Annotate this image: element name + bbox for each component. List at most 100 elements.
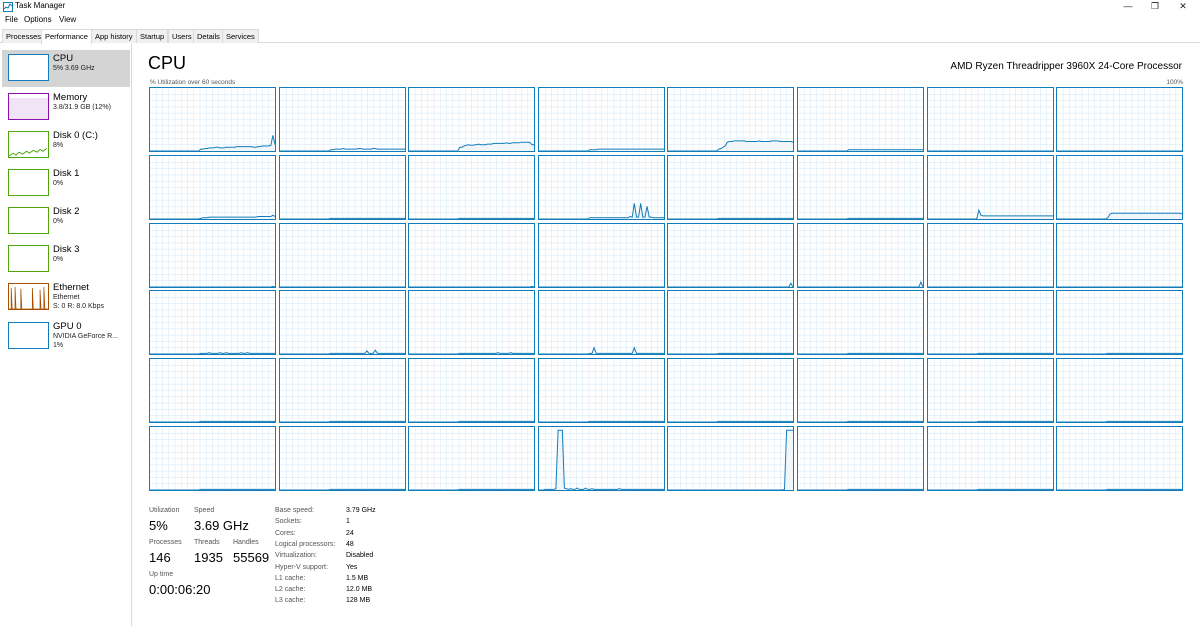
sidebar-thumbnail [8,245,49,272]
spec-key: Logical processors: [275,540,336,548]
tab-performance[interactable]: Performance [41,29,92,44]
spec-value: 48 [346,540,354,548]
cpu-core-graph-svg [798,156,923,219]
cpu-core-graph-svg [798,88,923,151]
cpu-core-graph [797,223,924,288]
cpu-core-graph [538,426,665,491]
threads-value: 1935 [194,550,223,565]
minimize-button[interactable]: — [1113,0,1143,14]
cpu-core-graph [149,155,276,220]
sidebar-item-memory[interactable]: Memory 3.8/31.9 GB (12%) [2,89,130,126]
cpu-core-graph-svg [798,224,923,287]
sidebar-item-disk-2[interactable]: Disk 2 0% [2,203,130,240]
sidebar-item-ethernet[interactable]: Ethernet Ethernet S: 0 R: 8.0 Kbps [2,279,130,316]
task-manager-icon [3,2,13,12]
sidebar-item-name: Ethernet [53,282,89,293]
spec-value: 1.5 MB [346,574,369,582]
cpu-core-graph [279,358,406,423]
restore-button[interactable]: ❐ [1140,0,1170,14]
cpu-core-graph [149,87,276,152]
cpu-core-graph-svg [280,359,405,422]
spec-value: Disabled [346,552,374,560]
cpu-core-graph-svg [409,291,534,354]
cpu-core-graph-svg [928,359,1053,422]
cpu-core-graph-svg [928,427,1053,490]
cpu-core-graph-svg [798,359,923,422]
cpu-core-graph-svg [150,291,275,354]
cpu-core-graph [408,87,535,152]
speed-label: Speed [194,507,215,514]
spec-value: 12.0 MB [346,586,373,594]
spec-value: 24 [346,529,354,537]
menu-options[interactable]: Options [24,15,52,24]
tab-startup[interactable]: Startup [136,29,169,43]
cpu-core-graph-svg [1057,291,1182,354]
processes-label: Processes [149,539,182,546]
sidebar-item-disk-3[interactable]: Disk 3 0% [2,241,130,278]
cpu-core-graph [279,426,406,491]
cpu-core-graph-svg [1057,156,1182,219]
sidebar-item-detail: NVIDIA GeForce R... [53,333,118,340]
tab-users[interactable]: Users [168,29,196,43]
cpu-core-graph [279,155,406,220]
sidebar-thumbnail [8,322,49,349]
cpu-core-graph-svg [668,224,793,287]
sidebar-thumbnail [8,93,49,120]
cpu-core-graph [149,290,276,355]
sidebar-item-disk-0[interactable]: Disk 0 (C:) 8% [2,127,130,164]
spec-key: Virtualization: [275,552,317,560]
tab-app-history[interactable]: App history [91,29,137,43]
spec-key: L2 cache: [275,586,306,594]
spec-value: 128 MB [346,597,371,605]
tab-processes[interactable]: Processes [2,29,46,43]
sidebar-item-name: Disk 1 [53,168,80,179]
cpu-core-graph-svg [280,156,405,219]
cpu-core-graph-svg [928,291,1053,354]
cpu-core-graph-svg [539,291,664,354]
handles-label: Handles [233,539,259,546]
sidebar-item-cpu[interactable]: CPU 5% 3.69 GHz [2,50,130,87]
cpu-core-graph-svg [409,359,534,422]
sidebar-item-detail: 3.8/31.9 GB (12%) [53,104,111,111]
resource-sidebar: CPU 5% 3.69 GHz Memory 3.8/31.9 GB (12%) Dis… [0,44,132,626]
spec-value: 1 [346,518,350,526]
cpu-core-graph-svg [1057,224,1182,287]
sidebar-thumbnail [8,54,49,81]
uptime-label: Up time [149,571,174,578]
sidebar-thumbnail [8,131,49,158]
sidebar-thumbnail [8,207,49,234]
menu-view[interactable]: View [59,15,76,24]
menu-file[interactable]: File [5,15,18,24]
cpu-core-graph [149,426,276,491]
cpu-core-graph-svg [668,359,793,422]
utilization-label: Utilization [149,507,180,514]
spec-key: L1 cache: [275,574,306,582]
spec-value: 3.79 GHz [346,507,376,514]
utilization-value: 5% [149,518,168,533]
cpu-core-graph-svg [280,224,405,287]
cpu-core-graph-svg [150,88,275,151]
sidebar-item-detail: 0% [53,218,64,225]
cpu-core-graph [667,155,794,220]
sidebar-item-name: Disk 2 [53,206,80,217]
close-button[interactable]: ✕ [1168,0,1198,14]
cpu-core-graph [1056,290,1183,355]
sidebar-item-detail-2: 1% [53,342,64,349]
cpu-core-graph-svg [668,156,793,219]
cpu-core-graph [927,290,1054,355]
cpu-core-graph-svg [409,156,534,219]
cpu-core-graph [797,358,924,423]
tab-details[interactable]: Details [193,29,224,43]
cpu-core-graph [149,358,276,423]
cpu-core-graph-svg [668,291,793,354]
cpu-core-graph [408,358,535,423]
spec-key: Cores: [275,529,296,537]
sidebar-item-gpu-0[interactable]: GPU 0 NVIDIA GeForce R... 1% [2,318,130,355]
sidebar-item-disk-1[interactable]: Disk 1 0% [2,165,130,202]
cpu-core-graph-svg [928,156,1053,219]
cpu-core-graph [797,426,924,491]
tab-services[interactable]: Services [222,29,259,43]
cpu-core-graph-svg [150,427,275,490]
cpu-core-graph [1056,358,1183,423]
cpu-core-graph-svg [280,88,405,151]
